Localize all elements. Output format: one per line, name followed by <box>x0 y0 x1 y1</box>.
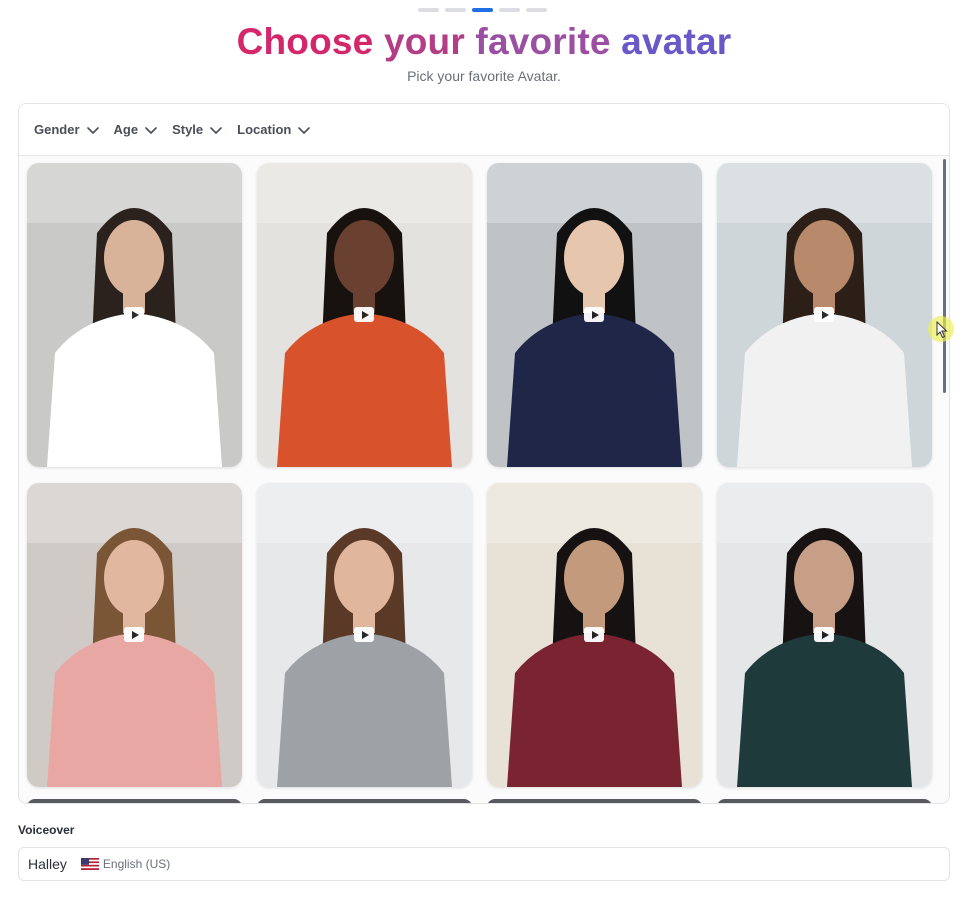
title-word: avatar <box>621 21 732 62</box>
avatar-card-partial[interactable] <box>257 799 472 803</box>
play-icon[interactable] <box>814 627 834 642</box>
scrollbar[interactable] <box>943 159 946 393</box>
step-4 <box>499 8 520 12</box>
filter-gender[interactable]: Gender <box>34 122 100 137</box>
chevron-down-icon <box>210 126 222 134</box>
avatar-card[interactable] <box>717 163 932 467</box>
play-icon[interactable] <box>584 627 604 642</box>
avatar-card-partial[interactable] <box>27 799 242 803</box>
step-5 <box>526 8 547 12</box>
play-icon[interactable] <box>354 307 374 322</box>
chevron-down-icon <box>298 126 311 134</box>
title-word: Choose <box>236 21 374 62</box>
mouse-cursor <box>928 316 954 342</box>
progress-stepper <box>418 8 547 12</box>
avatar-card[interactable] <box>717 483 932 787</box>
page-title: Choose your favorite avatar <box>0 20 968 64</box>
filter-label: Age <box>113 122 139 137</box>
avatar-panel: Gender Age Style Location <box>18 103 950 804</box>
avatar-card-partial[interactable] <box>487 799 702 803</box>
chevron-down-icon <box>86 126 99 134</box>
filter-style[interactable]: Style <box>172 122 223 137</box>
pointer-icon <box>936 321 948 339</box>
step-1 <box>418 8 439 12</box>
page-subtitle: Pick your favorite Avatar. <box>407 68 561 84</box>
play-icon[interactable] <box>814 307 834 322</box>
step-2 <box>445 8 466 12</box>
filter-label: Location <box>237 122 292 137</box>
voiceover-select[interactable]: Halley English (US) <box>18 847 950 881</box>
voice-language: English (US) <box>80 857 171 871</box>
play-icon[interactable] <box>124 627 144 642</box>
play-icon[interactable] <box>124 307 144 322</box>
filter-label: Style <box>172 122 204 137</box>
avatar-card[interactable] <box>27 163 242 467</box>
language-label: English (US) <box>102 857 171 871</box>
filter-bar: Gender Age Style Location <box>19 104 949 156</box>
filter-location[interactable]: Location <box>237 122 311 137</box>
voice-name: Halley <box>28 856 67 872</box>
avatar-card[interactable] <box>487 163 702 467</box>
voiceover-label: Voiceover <box>18 823 75 837</box>
play-icon[interactable] <box>584 307 604 322</box>
avatar-grid <box>27 163 932 787</box>
avatar-card[interactable] <box>257 163 472 467</box>
avatar-card-partial[interactable] <box>717 799 932 803</box>
avatar-card[interactable] <box>487 483 702 787</box>
play-icon[interactable] <box>354 627 374 642</box>
filter-age[interactable]: Age <box>114 122 159 137</box>
avatar-card[interactable] <box>27 483 242 787</box>
us-flag-icon <box>80 858 99 870</box>
title-word: your <box>383 21 465 62</box>
step-3-active <box>472 8 493 12</box>
filter-label: Gender <box>34 122 80 137</box>
title-word: favorite <box>475 21 611 62</box>
avatar-card[interactable] <box>257 483 472 787</box>
chevron-down-icon <box>145 126 157 134</box>
